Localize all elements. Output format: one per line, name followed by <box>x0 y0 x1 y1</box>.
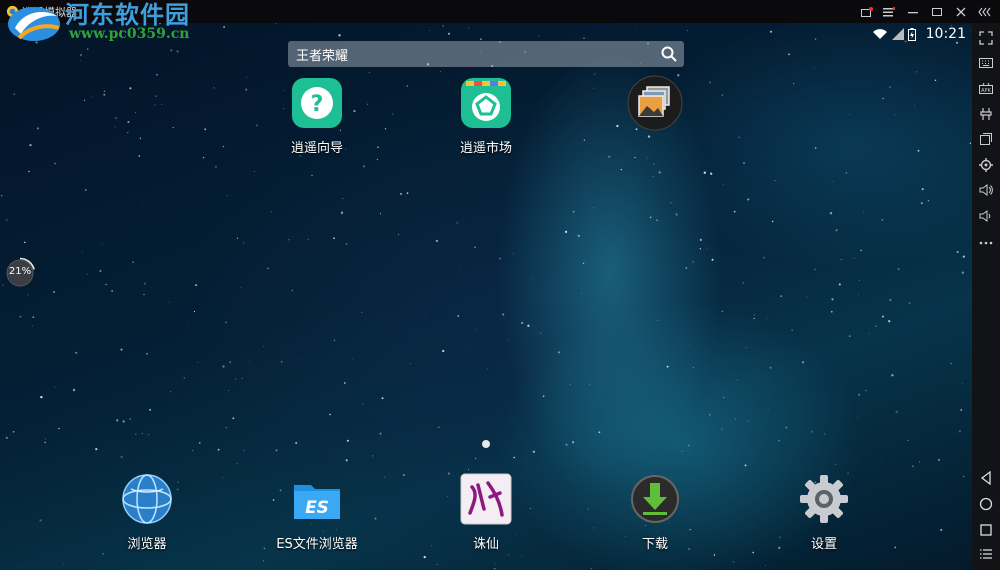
svg-text:APK: APK <box>981 88 991 94</box>
apk-install-icon[interactable]: APK <box>976 78 996 98</box>
maximize-button[interactable] <box>928 3 946 20</box>
app-xiaoyao-guide[interactable]: ? 逍遥向导 <box>262 77 372 156</box>
minimize-button[interactable] <box>904 3 922 20</box>
app-xiaoyao-market[interactable]: 逍遥市场 <box>431 77 541 156</box>
back-icon[interactable] <box>976 468 996 488</box>
app-label: ES文件浏览器 <box>276 537 358 552</box>
app-label: 逍遥市场 <box>459 141 512 156</box>
download-icon <box>631 475 679 523</box>
es-folder-icon: ES <box>294 485 340 519</box>
settings-gear-icon <box>800 475 848 523</box>
gallery-icon <box>627 75 683 131</box>
app-label: 逍遥向导 <box>290 141 343 156</box>
more-icon[interactable] <box>976 233 996 253</box>
zhuxian-game-icon <box>460 473 512 525</box>
memory-progress-indicator[interactable]: 21% <box>4 257 36 289</box>
wifi-icon <box>872 29 887 39</box>
browser-globe-icon <box>122 474 172 524</box>
dock-app-settings[interactable]: 设置 <box>769 473 879 552</box>
emulator-toolbar: APK <box>972 23 1000 570</box>
status-bar: 10:21 <box>872 23 972 45</box>
menu-icon[interactable] <box>880 3 898 20</box>
android-home-screen: 10:21 王者荣耀 ? 逍遥向导 逍遥市场 浏览器 ES ES文件浏览器 诛仙… <box>0 23 972 570</box>
watermark-logo: 河东软件园 www.pc0359.cn <box>5 0 215 50</box>
battery-charging-icon <box>907 27 916 41</box>
shared-folder-icon[interactable] <box>976 104 996 124</box>
svg-text:ES: ES <box>305 498 329 518</box>
search-query-text: 王者荣耀 <box>296 49 349 64</box>
clock: 10:21 <box>925 26 966 42</box>
home-icon[interactable] <box>976 494 996 514</box>
app-list-icon[interactable] <box>976 544 996 564</box>
close-button[interactable] <box>952 3 970 20</box>
search-bar[interactable]: 王者荣耀 <box>288 41 684 67</box>
market-icon <box>461 78 511 128</box>
multi-instance-icon[interactable] <box>976 129 996 149</box>
signal-icon <box>891 28 904 40</box>
app-label: 下载 <box>641 537 668 552</box>
keyboard-icon[interactable] <box>976 53 996 73</box>
multi-window-icon[interactable] <box>858 3 876 20</box>
page-indicator-dot <box>482 440 490 448</box>
volume-up-icon[interactable] <box>976 180 996 200</box>
app-label: 浏览器 <box>127 537 167 552</box>
watermark-logo-icon <box>8 7 60 41</box>
progress-percent-text: 21% <box>8 266 32 277</box>
dock-app-download[interactable]: 下载 <box>600 473 710 552</box>
watermark-url: www.pc0359.cn <box>69 26 190 42</box>
app-gallery[interactable] <box>600 75 710 139</box>
dock-app-browser[interactable]: 浏览器 <box>92 473 202 552</box>
recent-apps-icon[interactable] <box>976 520 996 540</box>
volume-down-icon[interactable] <box>976 206 996 226</box>
dock-app-zhuxian[interactable]: 诛仙 <box>431 473 541 552</box>
dock-app-es-file-explorer[interactable]: ES ES文件浏览器 <box>262 473 372 552</box>
settings-icon[interactable] <box>976 155 996 175</box>
app-label: 设置 <box>810 537 837 552</box>
fullscreen-icon[interactable] <box>976 28 996 48</box>
app-label: 诛仙 <box>472 537 499 552</box>
help-icon: ? <box>292 78 342 128</box>
svg-text:?: ? <box>311 92 324 117</box>
collapse-sidebar-icon[interactable] <box>976 3 994 20</box>
search-icon[interactable] <box>660 45 678 63</box>
